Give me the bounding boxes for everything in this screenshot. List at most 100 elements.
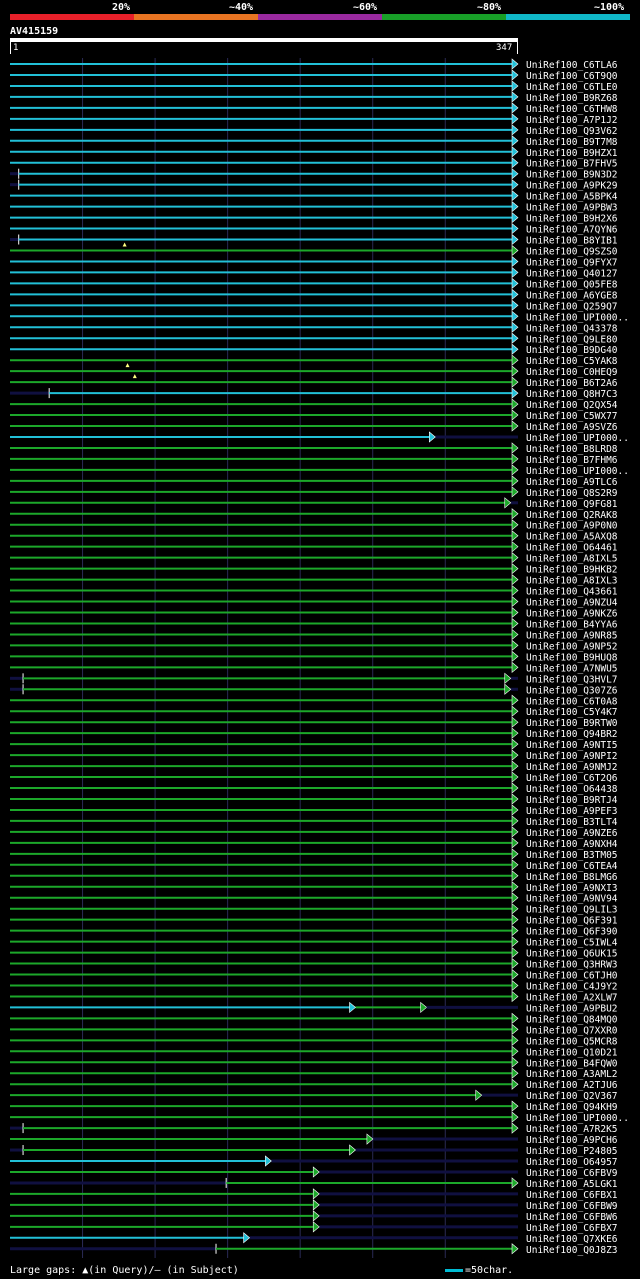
hit-end-arrow — [511, 1177, 519, 1189]
hit-end-arrow — [511, 343, 519, 355]
large-gaps-note: Large gaps: ▲(in Query)/– (in Subject) — [10, 1265, 239, 1276]
hit-end-arrow — [511, 1012, 519, 1025]
hit-end-arrow — [511, 979, 519, 992]
hit-label: UniRef100_Q84MQ0 — [526, 1014, 618, 1025]
hit-end-arrow — [511, 91, 519, 103]
hit-end-arrow — [511, 870, 519, 882]
hit-label: UniRef100_B6T2A6 — [526, 378, 618, 389]
hit-label: UniRef100_C6T9Q0 — [526, 71, 618, 82]
hit-end-arrow — [511, 398, 519, 410]
hit-end-arrow — [511, 946, 519, 959]
hit-label: UniRef100_B4FQW0 — [526, 1058, 618, 1069]
hit-label: UniRef100_C6FBW9 — [526, 1201, 618, 1212]
hit-label: UniRef100_O64461 — [526, 543, 618, 554]
hit-end-arrow — [511, 1056, 519, 1068]
hit-label: UniRef100_C5YAK8 — [526, 356, 618, 367]
hit-label: UniRef100_Q94BR2 — [526, 729, 618, 740]
hit-label: UniRef100_A9PK29 — [526, 181, 618, 192]
hit-end-arrow — [511, 113, 519, 125]
hit-end-arrow — [511, 233, 519, 246]
hit-end-arrow — [511, 968, 519, 981]
hit-end-arrow — [511, 310, 519, 322]
hit-end-arrow — [511, 650, 519, 663]
hit-end-arrow — [511, 782, 519, 794]
hit-end-arrow — [511, 552, 519, 564]
hit-label: UniRef100_Q43661 — [526, 587, 618, 598]
hit-end-arrow — [511, 1122, 519, 1134]
hit-end-arrow — [511, 200, 519, 213]
hit-end-arrow — [511, 299, 519, 311]
hit-end-arrow — [511, 266, 519, 279]
hit-label: UniRef100_A9TLC6 — [526, 477, 618, 488]
hit-end-arrow — [511, 793, 519, 805]
hit-end-arrow — [429, 431, 436, 443]
hit-end-arrow — [511, 848, 519, 860]
hit-end-arrow — [511, 211, 519, 224]
hit-label: UniRef100_A9NMJ2 — [526, 762, 618, 773]
hit-end-arrow — [511, 749, 519, 761]
hit-label: UniRef100_UPI000.. — [526, 312, 629, 323]
hit-label: UniRef100_A9NPI2 — [526, 751, 618, 762]
hit-end-arrow — [511, 146, 519, 158]
hit-end-arrow — [511, 453, 519, 465]
hit-end-arrow — [511, 420, 519, 432]
hit-end-arrow — [504, 683, 512, 695]
hit-end-arrow — [511, 255, 519, 268]
hit-end-arrow — [511, 102, 519, 114]
hit-end-arrow — [511, 804, 519, 816]
hit-label: UniRef100_Q2RAK8 — [526, 510, 618, 521]
hit-end-arrow — [511, 1111, 519, 1123]
hit-label: UniRef100_A7QYN6 — [526, 225, 618, 236]
hit-label: UniRef100_B9HUQ8 — [526, 652, 618, 663]
hit-label: UniRef100_Q8H7C3 — [526, 389, 618, 400]
hit-end-arrow — [312, 1199, 320, 1211]
hit-label: UniRef100_A7P1J2 — [526, 115, 618, 126]
hit-end-arrow — [511, 935, 519, 948]
hit-label: UniRef100_B8YIB1 — [526, 236, 618, 247]
hit-label: UniRef100_A2TJU6 — [526, 1080, 618, 1091]
hit-end-arrow — [511, 179, 519, 191]
hit-label: UniRef100_Q9LIL3 — [526, 905, 618, 916]
hit-label: UniRef100_A9NTI5 — [526, 740, 618, 751]
hit-label: UniRef100_A7NWU5 — [526, 663, 618, 674]
hit-end-arrow — [511, 244, 519, 257]
hit-label: UniRef100_P24805 — [526, 1146, 618, 1157]
hit-label: UniRef100_A9P0N0 — [526, 521, 618, 532]
hit-label: UniRef100_A9PBU2 — [526, 1003, 618, 1014]
hit-label: UniRef100_Q3HRW3 — [526, 960, 618, 971]
hit-end-arrow — [511, 727, 519, 739]
hit-label: UniRef100_Q6F390 — [526, 927, 618, 938]
hit-label: UniRef100_B7FHV5 — [526, 159, 618, 170]
hit-end-arrow — [511, 837, 519, 849]
hit-label: UniRef100_Q6UK15 — [526, 949, 618, 960]
hit-end-arrow — [511, 168, 519, 180]
hit-label: UniRef100_B9RTJ4 — [526, 795, 618, 806]
hit-label: UniRef100_C5IWL4 — [526, 938, 618, 949]
hit-label: UniRef100_Q2QX54 — [526, 400, 618, 411]
hit-label: UniRef100_Q93V62 — [526, 126, 618, 137]
hit-end-arrow — [366, 1133, 374, 1145]
query-gap-marker — [122, 242, 127, 247]
hit-end-arrow — [511, 1045, 519, 1057]
hit-label: UniRef100_A9PEF3 — [526, 806, 618, 817]
hit-label: UniRef100_B9RTW0 — [526, 718, 618, 729]
hit-end-arrow — [511, 519, 519, 531]
hit-end-arrow — [511, 475, 519, 487]
hit-end-arrow — [511, 508, 519, 520]
hit-label: UniRef100_A9NP52 — [526, 641, 618, 652]
hit-end-arrow — [265, 1155, 272, 1167]
hit-label: UniRef100_C6FBX7 — [526, 1223, 618, 1234]
hit-end-arrow — [511, 573, 519, 586]
hit-label: UniRef100_B9T7M8 — [526, 137, 618, 148]
hit-end-arrow — [511, 1034, 519, 1046]
hit-end-arrow — [511, 881, 519, 893]
hit-label: UniRef100_C6TEA4 — [526, 861, 618, 872]
hit-label: UniRef100_A9PBW3 — [526, 203, 618, 214]
hit-label: UniRef100_Q40127 — [526, 268, 618, 279]
hit-end-arrow — [511, 738, 519, 750]
hit-label: UniRef100_A9PCH6 — [526, 1135, 618, 1146]
hit-label: UniRef100_Q259Q7 — [526, 301, 618, 312]
hit-label: UniRef100_Q0J8Z3 — [526, 1245, 618, 1256]
hit-end-arrow — [511, 957, 519, 970]
hit-label: UniRef100_O64957 — [526, 1157, 618, 1168]
